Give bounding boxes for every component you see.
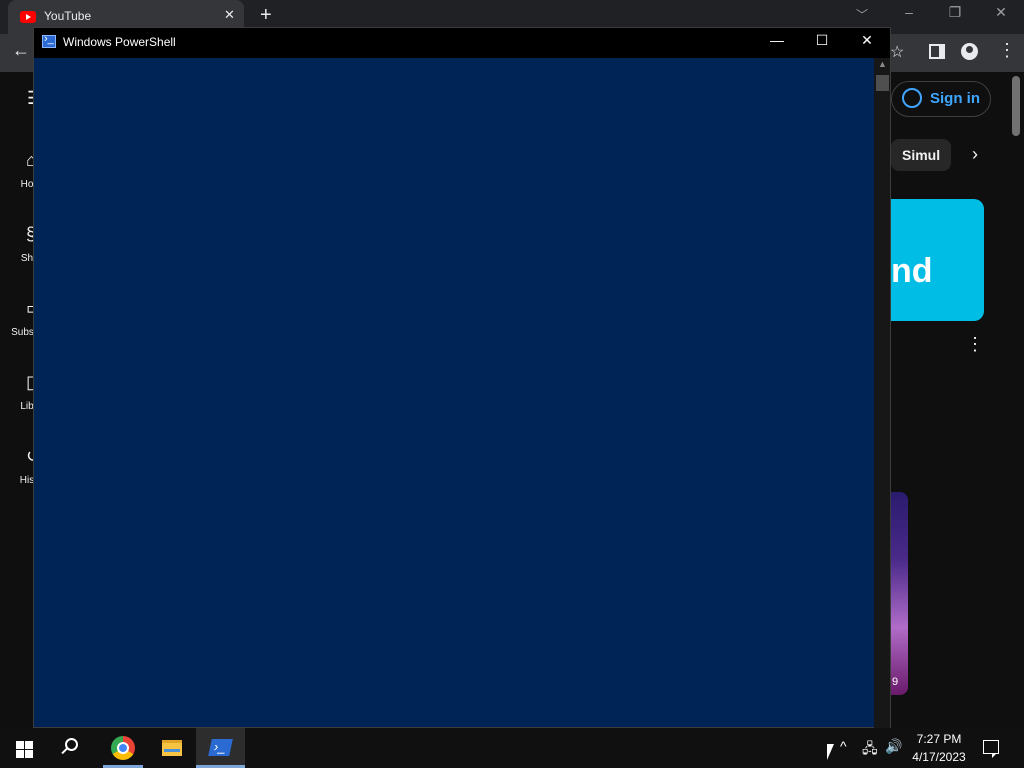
youtube-favicon-icon xyxy=(20,11,36,23)
powershell-window[interactable]: Windows PowerShell — ☐ ✕ ▲ xyxy=(33,27,891,728)
browser-close-button[interactable]: ✕ xyxy=(978,4,1024,21)
clock-time[interactable]: 7:27 PM xyxy=(906,732,972,746)
browser-menu-icon[interactable]: ⋮ xyxy=(998,40,1016,61)
powershell-icon xyxy=(42,33,56,48)
start-button[interactable] xyxy=(0,728,48,768)
window-title: Windows PowerShell xyxy=(63,35,176,49)
close-button[interactable]: ✕ xyxy=(844,32,890,49)
account-icon xyxy=(902,88,922,108)
side-panel-icon[interactable] xyxy=(929,44,945,59)
scroll-up-arrow-icon[interactable]: ▲ xyxy=(878,59,887,69)
video-duration: 9 xyxy=(892,676,899,688)
powershell-taskbar-icon[interactable] xyxy=(208,739,233,756)
network-icon[interactable]: 🖧 xyxy=(862,738,878,762)
new-tab-button[interactable]: + xyxy=(260,4,272,27)
sign-in-label[interactable]: Sign in xyxy=(930,90,980,107)
windows-logo-icon xyxy=(25,741,33,749)
maximize-button[interactable]: ☐ xyxy=(799,32,845,49)
powershell-titlebar[interactable]: Windows PowerShell — ☐ ✕ xyxy=(34,28,890,58)
video-thumbnail[interactable] xyxy=(891,492,908,695)
windows-logo-icon xyxy=(25,750,33,758)
windows-logo-icon xyxy=(16,741,24,749)
chrome-icon[interactable] xyxy=(111,736,135,760)
tab-title: YouTube xyxy=(44,9,92,23)
clock-date[interactable]: 4/17/2023 xyxy=(906,750,972,764)
windows-logo-icon xyxy=(16,750,24,758)
page-scrollbar[interactable] xyxy=(1012,76,1020,136)
console-area[interactable] xyxy=(34,58,874,728)
tray-chevron-up-icon[interactable]: ^ xyxy=(840,738,847,754)
minimize-button[interactable]: — xyxy=(754,32,800,48)
back-arrow-icon[interactable]: ← xyxy=(12,40,30,61)
tab-close-icon[interactable]: ✕ xyxy=(224,7,235,23)
mouse-cursor-icon xyxy=(827,744,834,760)
browser-minimize-button[interactable]: – xyxy=(886,4,932,20)
browser-restore-button[interactable]: ❐ xyxy=(932,4,978,21)
notification-icon[interactable] xyxy=(983,740,999,758)
console-scrollbar[interactable] xyxy=(874,58,890,728)
volume-icon[interactable]: 🔊 xyxy=(885,738,902,755)
more-options-icon[interactable]: ⋮ xyxy=(966,334,984,355)
promo-banner-text: nd xyxy=(891,252,933,290)
chevron-down-icon[interactable]: ﹀ xyxy=(856,6,868,23)
profile-icon[interactable] xyxy=(961,43,978,60)
filter-chip-label[interactable]: Simul xyxy=(902,147,940,163)
console-scrollbar-thumb[interactable] xyxy=(876,75,889,91)
search-icon[interactable] xyxy=(65,738,78,751)
chevron-right-icon[interactable]: › xyxy=(972,144,978,165)
file-explorer-icon[interactable] xyxy=(162,740,182,756)
bookmark-star-icon[interactable]: ☆ xyxy=(890,42,904,62)
